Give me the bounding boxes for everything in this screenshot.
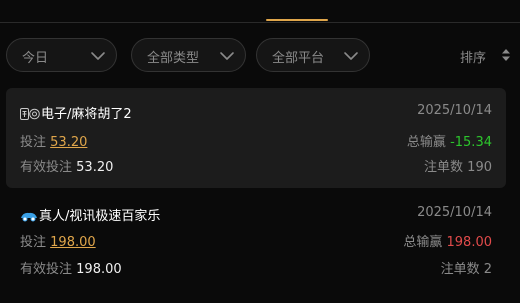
valid-bet-value: 198.00	[76, 262, 122, 277]
filter-bar: 今日 全部类型 全部平台 排序	[0, 38, 520, 74]
valid-bet-value: 53.20	[76, 160, 114, 175]
sort-label: 排序	[459, 51, 486, 66]
platform-filter-dropdown[interactable]: 全部平台	[256, 38, 370, 72]
valid-bet-label: 有效投注	[20, 160, 73, 175]
record-title-wrap: 真人/视讯极速百家乐	[20, 205, 160, 224]
active-tab-indicator	[266, 19, 328, 21]
bet-amount-link[interactable]: 53.20	[50, 135, 87, 150]
bet-amount-link[interactable]: 198.00	[50, 235, 96, 250]
record-title-wrap: 电子/麻将胡了2	[20, 103, 132, 122]
record-date: 2025/10/14	[417, 205, 492, 220]
record-title: 真人/视讯极速百家乐	[39, 209, 161, 224]
date-filter-label: 今日	[22, 51, 49, 66]
mahjong-icon	[20, 108, 40, 120]
chevron-down-icon	[344, 52, 358, 60]
winloss-label: 总输赢	[403, 235, 443, 250]
chevron-down-icon	[220, 52, 234, 60]
chevron-down-icon	[91, 52, 105, 60]
record-date: 2025/10/14	[417, 103, 492, 118]
record-title: 电子/麻将胡了2	[41, 107, 132, 122]
top-tab-bar	[0, 0, 520, 23]
record-card[interactable]: 真人/视讯极速百家乐 2025/10/14 投注 198.00 总输赢 198.…	[6, 196, 506, 296]
record-card[interactable]: 电子/麻将胡了2 2025/10/14 投注 53.20 总输赢 -15.34 …	[6, 88, 506, 188]
winloss-label: 总输赢	[406, 135, 446, 150]
platform-filter-label: 全部平台	[272, 51, 325, 66]
order-count-value: 190	[467, 160, 492, 175]
winloss-value: 198.00	[446, 235, 493, 250]
sort-button[interactable]: 排序	[452, 46, 512, 66]
bet-label: 投注	[20, 135, 47, 150]
type-filter-label: 全部类型	[147, 51, 200, 66]
type-filter-dropdown[interactable]: 全部类型	[131, 38, 246, 72]
valid-bet-label: 有效投注	[20, 262, 73, 277]
date-filter-dropdown[interactable]: 今日	[6, 38, 117, 72]
order-count-label: 注单数	[424, 160, 464, 175]
sort-arrows-icon	[502, 49, 510, 61]
live-casino-icon	[21, 212, 37, 222]
winloss-value: -15.34	[450, 135, 492, 150]
bet-label: 投注	[20, 235, 47, 250]
order-count-value: 2	[483, 262, 492, 277]
order-count-label: 注单数	[440, 262, 480, 277]
